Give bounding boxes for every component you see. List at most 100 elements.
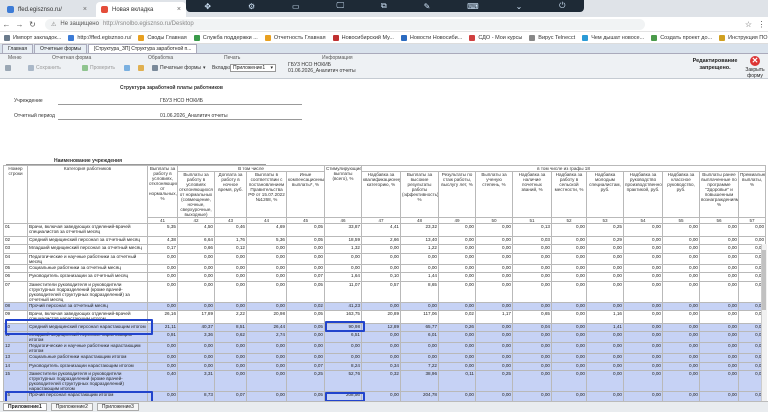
check-button[interactable]: Проверить	[82, 65, 115, 71]
bookmark-item[interactable]: http://ffed.egisznso.ru/	[68, 34, 131, 41]
table-cell[interactable]: 0,00	[286, 263, 325, 274]
table-cell[interactable]: 0,00	[623, 223, 663, 237]
table-cell[interactable]: 0,00	[623, 252, 663, 265]
table-cell[interactable]: 0,00	[699, 223, 739, 237]
table-cell[interactable]: 0,00	[214, 252, 247, 265]
app-tab-3[interactable]: [Структура_ЗП] Структура заработной п...	[87, 44, 198, 53]
table-cell[interactable]: 0,00	[512, 353, 552, 363]
table-cell[interactable]: 0,00	[586, 361, 624, 372]
table-cell[interactable]: 5,35	[147, 223, 178, 237]
bookmark-item[interactable]: Своды Главная	[138, 34, 187, 41]
table-cell[interactable]: 0,00	[361, 244, 401, 254]
table-cell[interactable]: 0,00	[699, 342, 739, 355]
table-cell[interactable]: 0,00	[623, 342, 663, 355]
table-cell[interactable]: 2,22	[214, 309, 247, 324]
forward-icon[interactable]: →	[13, 20, 26, 29]
table-cell[interactable]: 0,00	[551, 309, 587, 324]
save-button[interactable]: Сохранить	[28, 65, 61, 71]
remote-icon[interactable]: ⧉	[381, 1, 387, 11]
table-cell[interactable]: 0,00	[246, 301, 287, 311]
close-tab-icon[interactable]: ×	[83, 6, 87, 13]
table-cell[interactable]: 0,00	[438, 280, 476, 303]
close-form-button[interactable]: ✕ Закрыть форму	[744, 56, 766, 79]
scrollbar-thumb[interactable]	[762, 250, 766, 310]
table-cell[interactable]: 0,00	[586, 331, 624, 344]
table-cell[interactable]: 0,00	[475, 235, 513, 246]
pen-icon[interactable]: ✎	[424, 2, 431, 11]
table-cell[interactable]: 0,00	[246, 263, 287, 274]
table-cell[interactable]: 12,89	[361, 322, 401, 333]
appendix-select[interactable]: Приложение1 ▾	[230, 64, 276, 72]
table-cell[interactable]: 0,00	[551, 280, 587, 303]
table-cell[interactable]: 0,25	[286, 370, 325, 393]
bookmark-item[interactable]: Новости Новосиби...	[400, 34, 462, 41]
table-cell[interactable]: 0,00	[586, 353, 624, 363]
table-cell[interactable]: 0,00	[475, 301, 513, 311]
table-cell[interactable]: 0,00	[623, 301, 663, 311]
table-cell[interactable]: 0,00	[662, 272, 700, 282]
table-cell[interactable]: 0,46	[214, 223, 247, 237]
table-cell[interactable]: 0,00	[214, 301, 247, 311]
table-cell[interactable]: 0,00	[623, 272, 663, 282]
menu-icon[interactable]: ⋮	[755, 20, 768, 29]
table-cell[interactable]: 0,00	[662, 342, 700, 355]
table-cell[interactable]: 0,00	[246, 272, 287, 282]
table-cell[interactable]: 0,00	[214, 353, 247, 363]
table-cell[interactable]: 0,02	[286, 301, 325, 311]
table-cell[interactable]: 0,00	[699, 252, 739, 265]
table-cell[interactable]: 0,00	[699, 322, 739, 333]
table-cell[interactable]: 0,13	[512, 223, 552, 237]
reload-icon[interactable]: ↻	[26, 20, 39, 29]
table-cell[interactable]: 4,38	[147, 235, 178, 246]
table-cell[interactable]: 0,00	[475, 244, 513, 254]
table-cell[interactable]: 0,00	[438, 301, 476, 311]
table-cell[interactable]: 0,05	[286, 235, 325, 246]
table-cell[interactable]: 0,29	[586, 235, 624, 246]
table-cell[interactable]: 0,00	[246, 361, 287, 372]
table-cell[interactable]: 0,10	[361, 272, 401, 282]
bookmark-item[interactable]: Чем дышат новосе...	[582, 34, 644, 41]
table-cell[interactable]: 0,11	[438, 370, 476, 393]
table-cell[interactable]: 0,00	[512, 301, 552, 311]
table-cell[interactable]: 0,00	[512, 342, 552, 355]
bookmark-item[interactable]: Служба поддержки ...	[193, 34, 258, 41]
table-cell[interactable]: 26,44	[246, 322, 287, 333]
table-cell[interactable]: 0,00	[177, 252, 215, 265]
table-cell[interactable]: 0,05	[286, 309, 325, 324]
bookmark-item[interactable]: Новосибирский Му...	[332, 34, 394, 41]
browser-tab-2[interactable]: Новая вкладка ×	[96, 2, 186, 17]
table-cell[interactable]: 33,87	[324, 223, 362, 237]
table-cell[interactable]: 38,96	[400, 370, 439, 393]
table-cell[interactable]: 0,40	[147, 370, 178, 393]
table-cell[interactable]: 0,00	[475, 331, 513, 344]
table-cell[interactable]: 0,00	[586, 252, 624, 265]
table-cell[interactable]: 0,00	[438, 331, 476, 344]
table-cell[interactable]: 0,05	[286, 280, 325, 303]
table-cell[interactable]: 0,00	[324, 252, 362, 265]
table-cell[interactable]: 0,00	[586, 342, 624, 355]
table-cell[interactable]: 13,40	[400, 235, 439, 246]
table-cell[interactable]: 0,00	[438, 223, 476, 237]
table-cell[interactable]: 0,00	[586, 244, 624, 254]
table-cell[interactable]: 0,00	[512, 370, 552, 393]
table-cell[interactable]: 0,03	[512, 235, 552, 246]
table-cell[interactable]: 0,00	[662, 322, 700, 333]
back-icon[interactable]: ←	[0, 20, 13, 29]
table-cell[interactable]: 0,00	[551, 342, 587, 355]
table-cell[interactable]: 5,36	[246, 235, 287, 246]
table-cell[interactable]: 0,00	[662, 309, 700, 324]
table-cell[interactable]: 0,00	[246, 370, 287, 393]
refresh-button[interactable]	[124, 65, 132, 71]
bookmark-item[interactable]: СДО - Мои курсы	[469, 34, 522, 41]
table-cell[interactable]: 0,00	[551, 263, 587, 274]
table-cell[interactable]: 0,00	[586, 301, 624, 311]
bookmark-item[interactable]: Создать проект до...	[651, 34, 712, 41]
table-cell[interactable]: 0,00	[699, 263, 739, 274]
table-cell[interactable]: 0,00	[699, 331, 739, 344]
table-cell[interactable]: 0,00	[286, 342, 325, 355]
table-cell[interactable]: 0,00	[438, 272, 476, 282]
table-cell[interactable]: 0,00	[586, 280, 624, 303]
table-cell[interactable]: 2,66	[361, 235, 401, 246]
table-cell[interactable]: 0,00	[551, 353, 587, 363]
table-cell[interactable]: 0,00	[623, 353, 663, 363]
